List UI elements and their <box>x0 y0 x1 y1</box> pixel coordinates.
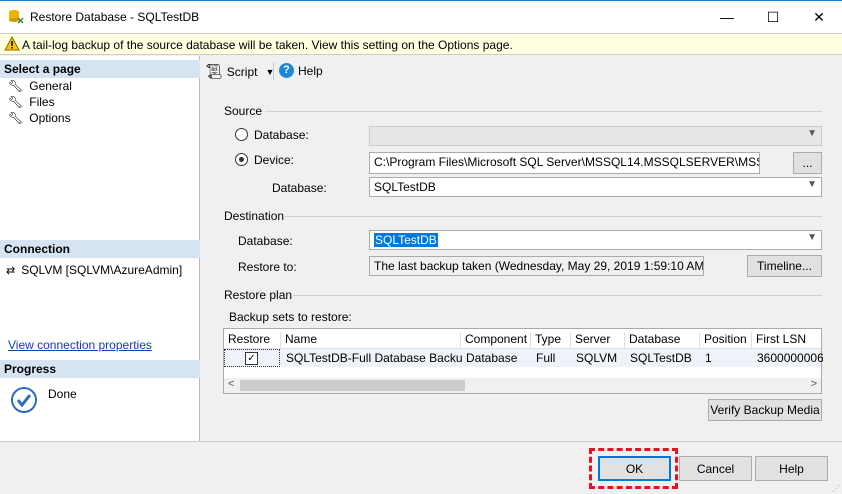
scrollbar-thumb[interactable] <box>240 380 465 391</box>
timeline-button[interactable]: Timeline... <box>747 255 822 277</box>
general-page: 📜︎ Script ▼ ? Help Source Database: ▼ Devic… <box>201 56 842 441</box>
device-database-select[interactable]: SQLTestDB ▼ <box>369 177 822 197</box>
ok-button[interactable]: OK <box>598 456 671 481</box>
sidebar-item-label: Options <box>29 111 71 125</box>
wrench-icon: 🔧︎ <box>8 95 24 109</box>
column-header[interactable]: Position <box>699 332 751 349</box>
view-connection-properties-link[interactable]: View connection properties <box>8 338 152 352</box>
sidebar-item-general[interactable]: 🔧︎ General <box>8 79 72 93</box>
sidebar-item-label: General <box>29 79 72 93</box>
script-label: Script <box>226 64 258 79</box>
column-header[interactable]: Type <box>530 332 570 349</box>
warning-text: A tail-log backup of the source database… <box>22 38 513 52</box>
chevron-down-icon: ▼ <box>807 232 817 243</box>
destination-divider <box>283 216 822 217</box>
connection-icon: ⇄ <box>6 264 16 277</box>
column-header[interactable]: Name <box>280 332 460 349</box>
column-header[interactable]: Component <box>460 332 530 349</box>
restore-to-field: The last backup taken (Wednesday, May 29… <box>369 256 704 276</box>
destination-database-label: Database: <box>238 234 293 248</box>
column-header[interactable]: Database <box>624 332 699 349</box>
source-divider <box>265 111 822 112</box>
table-cell: SQLTestDB <box>630 351 692 365</box>
scroll-left-icon[interactable]: < <box>228 378 234 390</box>
title-bar: Restore Database - SQLTestDB — ☐ ✕ <box>0 0 842 33</box>
destination-header: Destination <box>224 209 285 223</box>
minimize-button[interactable]: — <box>704 1 750 33</box>
browse-device-button[interactable]: ... <box>793 152 822 174</box>
grid-header: Restore Name Component Type Server Database Po… <box>224 329 821 349</box>
destination-database-value: SQLTestDB <box>374 233 438 247</box>
select-page-header: Select a page <box>0 60 200 78</box>
sidebar: Select a page 🔧︎ General 🔧︎ Files 🔧︎ Option… <box>0 56 200 441</box>
sidebar-item-label: Files <box>29 95 55 109</box>
help-icon: ? <box>279 63 294 78</box>
device-path-field[interactable]: C:\Program Files\Microsoft SQL Server\MS… <box>369 152 760 174</box>
source-database-label: Database: <box>254 128 309 142</box>
resize-grip-icon[interactable]: ⋰ <box>832 484 840 493</box>
sidebar-item-files[interactable]: 🔧︎ Files <box>8 95 55 109</box>
wrench-icon: 🔧︎ <box>8 79 24 93</box>
column-header[interactable]: First LSN <box>751 332 821 349</box>
restore-checkbox[interactable]: ✓ <box>245 352 258 365</box>
chevron-down-icon: ▼ <box>807 128 817 139</box>
table-cell: 36000000068 <box>757 351 823 365</box>
verify-backup-media-button[interactable]: Verify Backup Media <box>708 399 822 421</box>
warning-bar: A tail-log backup of the source database… <box>0 33 842 55</box>
progress-status: Done <box>48 387 77 401</box>
scroll-right-icon[interactable]: > <box>811 378 817 390</box>
horizontal-scrollbar[interactable]: < > <box>224 378 821 393</box>
script-icon: 📜︎ <box>205 63 223 79</box>
source-database-select[interactable]: ▼ <box>369 126 822 146</box>
close-button[interactable]: ✕ <box>796 1 842 33</box>
table-cell: SQLTestDB-Full Database Backup <box>286 351 462 365</box>
table-cell: Full <box>536 351 556 365</box>
restore-to-label: Restore to: <box>238 260 297 274</box>
wrench-icon: 🔧︎ <box>8 111 24 125</box>
database-restore-icon <box>8 8 24 24</box>
column-header[interactable]: Restore <box>224 332 280 349</box>
chevron-down-icon: ▼ <box>807 179 817 190</box>
done-check-icon <box>10 386 38 417</box>
progress-header: Progress <box>0 360 200 378</box>
dialog-footer: OK Cancel Help ⋰ <box>0 441 842 494</box>
backup-sets-label: Backup sets to restore: <box>229 310 352 324</box>
table-cell: 1 <box>705 351 712 365</box>
help-label: Help <box>298 63 323 78</box>
column-header[interactable]: Server <box>570 332 624 349</box>
device-database-label: Database: <box>272 181 327 195</box>
device-label: Device: <box>254 153 295 167</box>
cancel-button[interactable]: Cancel <box>679 456 752 481</box>
warning-icon <box>4 35 20 54</box>
table-row[interactable]: ✓ SQLTestDB-Full Database Backup Database F… <box>224 349 823 367</box>
source-header: Source <box>224 104 263 118</box>
help-button[interactable]: Help <box>755 456 828 481</box>
backup-sets-grid: Restore Name Component Type Server Database Po… <box>223 328 823 394</box>
connection-info: ⇄ SQLVM [SQLVM\AzureAdmin] <box>6 263 182 277</box>
connection-header: Connection <box>0 240 200 258</box>
table-cell: SQLVM <box>576 351 618 365</box>
destination-database-select[interactable]: SQLTestDB ▼ <box>369 230 822 250</box>
connection-text: SQLVM [SQLVM\AzureAdmin] <box>21 263 183 277</box>
device-radio[interactable] <box>235 153 248 166</box>
sidebar-item-options[interactable]: 🔧︎ Options <box>8 111 71 125</box>
maximize-button[interactable]: ☐ <box>750 1 796 33</box>
help-toolbar-button[interactable]: ? Help <box>279 63 323 78</box>
table-cell: Database <box>466 351 518 365</box>
restore-checkbox-cell[interactable]: ✓ <box>224 349 280 367</box>
database-radio[interactable] <box>235 128 248 141</box>
toolbar-divider <box>273 62 274 80</box>
script-button[interactable]: 📜︎ Script ▼ <box>205 63 274 80</box>
window-title: Restore Database - SQLTestDB <box>30 10 200 24</box>
restore-plan-divider <box>293 295 822 296</box>
restore-plan-header: Restore plan <box>224 288 293 302</box>
